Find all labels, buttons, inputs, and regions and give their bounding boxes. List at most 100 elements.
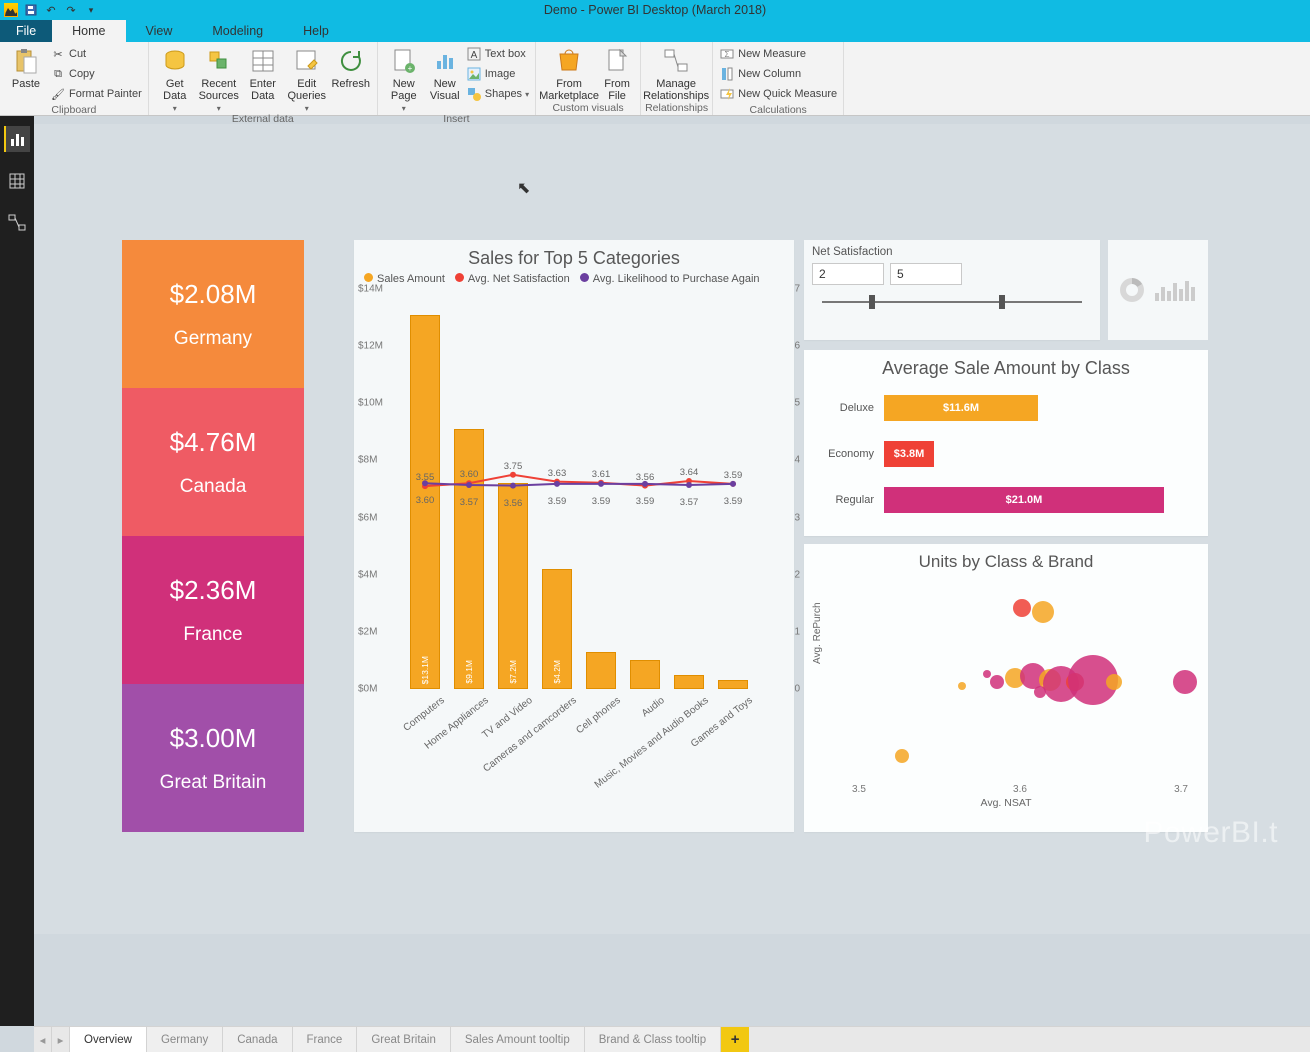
- nav-data-icon[interactable]: [4, 168, 30, 194]
- marketplace-icon: [554, 46, 584, 76]
- slicer-track[interactable]: [822, 293, 1082, 311]
- page-tab-germany[interactable]: Germany: [147, 1027, 223, 1052]
- kpi-name: Canada: [180, 476, 247, 498]
- tab-nav-next[interactable]: ▸: [52, 1027, 70, 1052]
- recent-sources-icon: [204, 46, 234, 76]
- kpi-card-canada[interactable]: $4.76MCanada: [122, 388, 304, 536]
- edit-queries-button[interactable]: Edit Queries▾: [285, 44, 329, 113]
- main-chart-panel[interactable]: Sales for Top 5 Categories Sales Amount …: [354, 240, 794, 832]
- ribbon-group-label: Custom visuals: [540, 102, 636, 116]
- kpi-value: $3.00M: [170, 723, 257, 754]
- mini-vis-placeholder[interactable]: [1108, 240, 1208, 340]
- page-tab-overview[interactable]: Overview: [70, 1027, 147, 1052]
- class-row-deluxe[interactable]: Deluxe$11.6M: [804, 393, 1208, 439]
- y-axis-tick: $2M: [358, 626, 377, 637]
- kpi-name: Great Britain: [160, 772, 267, 794]
- units-by-class-brand-panel[interactable]: Units by Class & Brand Avg. RePurch 3.5 …: [804, 544, 1208, 832]
- y2-axis-tick: 2: [794, 569, 800, 580]
- paste-button[interactable]: Paste: [4, 44, 48, 90]
- image-button[interactable]: Image: [464, 64, 531, 84]
- kpi-card-germany[interactable]: $2.08MGermany: [122, 240, 304, 388]
- tab-nav-prev[interactable]: ◂: [34, 1027, 52, 1052]
- enter-data-button[interactable]: Enter Data: [241, 44, 285, 102]
- ribbon-group-relationships: Manage Relationships Relationships: [641, 42, 713, 115]
- kpi-name: France: [183, 624, 242, 646]
- slicer-handle-right[interactable]: [999, 295, 1005, 309]
- menu-help[interactable]: Help: [283, 20, 349, 42]
- from-file-button[interactable]: From File: [598, 44, 636, 102]
- format-painter-icon: 🖌: [50, 86, 66, 102]
- new-quick-measure-button[interactable]: New Quick Measure: [717, 84, 839, 104]
- edit-queries-icon: [292, 46, 322, 76]
- kpi-card-great-britain[interactable]: $3.00M Great Britain: [122, 684, 304, 832]
- scatter-bubble[interactable]: [990, 675, 1004, 689]
- scatter-bubble[interactable]: [1032, 601, 1054, 623]
- new-page-button[interactable]: +New Page▾: [382, 44, 426, 113]
- nav-model-icon[interactable]: [4, 210, 30, 236]
- canvas-area[interactable]: $2.08MGermany$4.76MCanada $2.36M France $3.…: [34, 124, 1310, 934]
- copy-button[interactable]: ⧉Copy: [48, 64, 144, 84]
- new-visual-button[interactable]: New Visual: [426, 44, 464, 102]
- kpi-value: $2.08M: [170, 279, 257, 310]
- kpi-value: $2.36M: [170, 575, 257, 606]
- from-marketplace-button[interactable]: From Marketplace: [540, 44, 598, 102]
- page-tab-sales-amount-tooltip[interactable]: Sales Amount tooltip: [451, 1027, 585, 1052]
- refresh-button[interactable]: Refresh: [329, 44, 373, 90]
- slicer-to-input[interactable]: [890, 263, 962, 285]
- svg-text:A: A: [470, 50, 477, 61]
- slicer-from-input[interactable]: [812, 263, 884, 285]
- left-nav: [0, 116, 34, 1026]
- kpi-card-france[interactable]: $2.36M France: [122, 536, 304, 684]
- page-tab-great-britain[interactable]: Great Britain: [357, 1027, 451, 1052]
- bars-icon: [1155, 277, 1199, 303]
- chart-plot-area: $0M$2M$4M$6M$8M$10M$12M$14M01234567$13.1…: [394, 289, 784, 689]
- class-row-economy[interactable]: Economy$3.8M: [804, 439, 1208, 485]
- scatter-bubble[interactable]: [958, 682, 966, 690]
- chart-x-axis: ComputersHome AppliancesTV and VideoCame…: [394, 689, 794, 799]
- window-title: Demo - Power BI Desktop (March 2018): [0, 3, 1310, 17]
- y2-axis-tick: 1: [794, 626, 800, 637]
- new-page-icon: +: [389, 46, 419, 76]
- menu-modeling[interactable]: Modeling: [192, 20, 283, 42]
- scatter-bubble[interactable]: [1106, 674, 1122, 690]
- slicer-handle-left[interactable]: [869, 295, 875, 309]
- page-tab-canada[interactable]: Canada: [223, 1027, 292, 1052]
- cut-button[interactable]: ✂Cut: [48, 44, 144, 64]
- page-tab-france[interactable]: France: [293, 1027, 358, 1052]
- get-data-button[interactable]: Get Data▾: [153, 44, 197, 113]
- page-tab-brand-class-tooltip[interactable]: Brand & Class tooltip: [585, 1027, 721, 1052]
- scatter-bubble[interactable]: [1034, 686, 1046, 698]
- scatter-bubble[interactable]: [1013, 599, 1031, 617]
- y2-axis-tick: 5: [794, 398, 800, 409]
- from-file-icon: [602, 46, 632, 76]
- text-box-button[interactable]: AText box: [464, 44, 531, 64]
- shapes-icon: [466, 86, 482, 102]
- kpi-column[interactable]: $2.08MGermany$4.76MCanada $2.36M France $3.…: [122, 240, 304, 832]
- y2-axis-tick: 6: [794, 341, 800, 352]
- recent-sources-button[interactable]: Recent Sources▾: [197, 44, 241, 113]
- y2-axis-tick: 0: [794, 684, 800, 695]
- y2-axis-tick: 7: [794, 284, 800, 295]
- add-page-button[interactable]: +: [721, 1027, 749, 1052]
- ribbon-group-label: Calculations: [717, 104, 839, 118]
- scatter-bubble[interactable]: [895, 749, 909, 763]
- net-satisfaction-slicer[interactable]: Net Satisfaction: [804, 240, 1100, 340]
- new-measure-button[interactable]: ΣNew Measure: [717, 44, 839, 64]
- ribbon-group-label: Relationships: [645, 102, 708, 116]
- scatter-bubble[interactable]: [983, 670, 991, 678]
- y-axis-tick: $4M: [358, 569, 377, 580]
- menu-file[interactable]: File: [0, 20, 52, 42]
- class-row-regular[interactable]: Regular$21.0M: [804, 485, 1208, 531]
- manage-relationships-button[interactable]: Manage Relationships: [645, 44, 707, 102]
- format-painter-button[interactable]: 🖌Format Painter: [48, 84, 144, 104]
- nav-report-icon[interactable]: [4, 126, 30, 152]
- scatter-xlabel: Avg. NSAT: [804, 797, 1208, 809]
- shapes-button[interactable]: Shapes ▾: [464, 84, 531, 104]
- menu-home[interactable]: Home: [52, 20, 125, 42]
- new-column-button[interactable]: New Column: [717, 64, 839, 84]
- avg-sale-by-class-panel[interactable]: Average Sale Amount by Class Deluxe$11.6…: [804, 350, 1208, 536]
- y-axis-tick: $10M: [358, 398, 383, 409]
- y-axis-tick: $14M: [358, 284, 383, 295]
- scatter-bubble[interactable]: [1173, 670, 1197, 694]
- menu-view[interactable]: View: [126, 20, 193, 42]
